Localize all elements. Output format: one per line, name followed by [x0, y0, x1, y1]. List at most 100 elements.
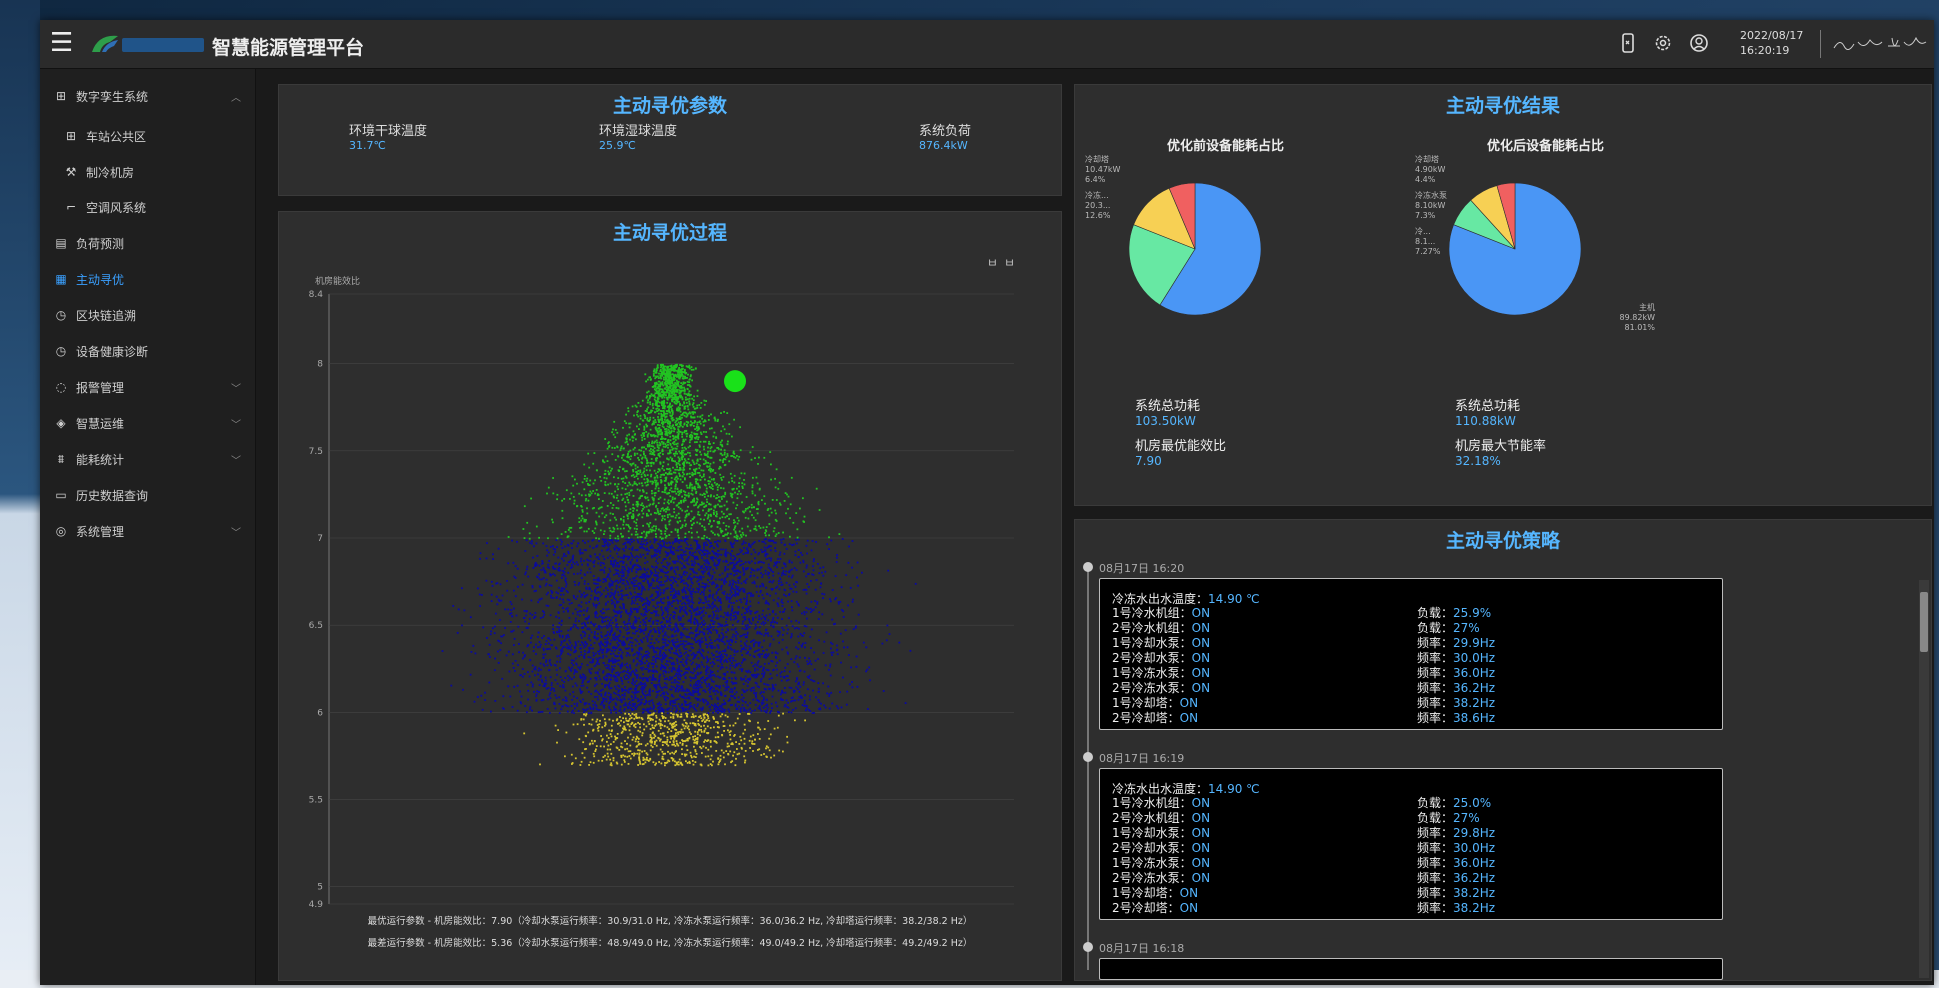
sidebar-item[interactable]: ⌐ 空调风系统	[40, 190, 255, 226]
scatter-point	[697, 682, 700, 684]
scatter-point	[758, 706, 761, 709]
gear-icon[interactable]	[1652, 33, 1674, 55]
scatter-point	[711, 680, 714, 683]
scatter-point	[654, 476, 656, 479]
scatter-point	[655, 525, 657, 528]
scatter-point	[754, 525, 757, 528]
scatter-point	[708, 666, 710, 669]
scatter-point	[675, 492, 678, 495]
scatter-point	[655, 429, 658, 432]
scatter-point	[643, 470, 645, 473]
scatter-point	[749, 451, 752, 454]
scatter-point	[744, 516, 747, 519]
scatter-point	[643, 452, 645, 455]
scatter-point	[839, 691, 841, 693]
scatter-point	[640, 482, 643, 485]
sidebar-item[interactable]: ◷ 设备健康诊断	[40, 334, 255, 370]
chevron-down-icon[interactable]: ﹀	[231, 380, 241, 395]
sidebar-item[interactable]: ⚒ 制冷机房	[40, 155, 255, 191]
scatter-point	[658, 372, 660, 375]
scatter-point	[776, 616, 779, 619]
scatter-point	[684, 396, 687, 399]
scatter-point	[664, 488, 667, 490]
scatter-point	[783, 593, 785, 596]
scatter-point	[664, 365, 667, 368]
sidebar-item[interactable]: ◷ 区块链追溯	[40, 298, 255, 334]
scatter-point	[704, 459, 707, 462]
scatter-point	[675, 375, 678, 377]
scatter-point	[733, 535, 736, 538]
user-icon[interactable]	[1688, 33, 1710, 55]
scatter-point	[691, 486, 694, 489]
phone-icon[interactable]	[1617, 33, 1639, 55]
scatter-point	[643, 438, 646, 440]
scatter-point	[674, 402, 677, 405]
scatter-point	[672, 393, 675, 396]
scatter-point	[538, 573, 540, 576]
scatter-point	[670, 594, 672, 596]
sidebar-item[interactable]: ◎ 系统管理 ﹀	[40, 514, 255, 550]
scatter-point	[597, 583, 599, 585]
scatter-point	[618, 685, 621, 688]
scatter-point	[783, 552, 786, 555]
scatter-point	[712, 531, 714, 534]
scatter-point	[735, 588, 738, 591]
scatter-point	[648, 692, 651, 695]
scatter-point	[790, 658, 793, 660]
sidebar-item[interactable]: ⩩ 能耗统计 ﹀	[40, 442, 255, 478]
scatter-point	[736, 497, 739, 500]
scatter-point	[597, 591, 600, 594]
scatter-point	[645, 380, 647, 383]
scatter-point	[649, 676, 651, 678]
scatter-point	[688, 452, 691, 454]
sidebar-item[interactable]: ⊞ 车站公共区	[40, 119, 255, 155]
scatter-point	[517, 664, 519, 666]
scatter-point	[683, 407, 686, 410]
scatter-point	[693, 522, 695, 525]
scatter-point	[689, 573, 692, 576]
scatter-point	[705, 498, 708, 501]
sidebar-item[interactable]: ⊞ 数字孪生系统 ︿	[40, 79, 255, 115]
sidebar-item[interactable]: ▭ 历史数据查询	[40, 478, 255, 514]
menu-icon[interactable]: ☰	[50, 30, 76, 56]
scatter-point	[709, 673, 712, 676]
scatter-point	[620, 493, 623, 496]
scatter-point	[795, 626, 798, 629]
scatter-point	[666, 398, 669, 401]
scatter-point	[583, 518, 586, 521]
scatter-point	[660, 382, 662, 384]
chevron-down-icon[interactable]: ﹀	[231, 416, 241, 431]
scatter-point	[638, 576, 641, 579]
scatter-point	[580, 519, 583, 522]
chevron-up-icon[interactable]: ︿	[231, 89, 241, 104]
scatter-point	[642, 433, 645, 436]
scatter-point	[662, 371, 664, 374]
scatter-point	[717, 617, 720, 620]
scatter-point	[585, 588, 588, 590]
scatter-point	[657, 487, 660, 490]
scatter-point	[659, 462, 662, 465]
scatter-point	[673, 392, 675, 394]
scatter-point	[639, 417, 642, 420]
scatter-point	[602, 581, 605, 583]
chevron-down-icon[interactable]: ﹀	[231, 452, 241, 467]
scatter-point	[672, 452, 675, 455]
sidebar-item[interactable]: ◈ 智慧运维 ﹀	[40, 406, 255, 442]
scatter-point	[716, 494, 719, 496]
scatter-point	[632, 436, 635, 439]
scatter-point	[568, 639, 571, 642]
chevron-down-icon[interactable]: ﹀	[231, 524, 241, 539]
sidebar-item[interactable]: ▦ 主动寻优	[40, 262, 255, 298]
scatter-point	[700, 469, 703, 472]
scatter-point	[655, 614, 657, 617]
scatter-point	[628, 494, 631, 496]
scatter-point	[632, 513, 635, 516]
scatter-point	[500, 599, 503, 602]
scatter-point	[641, 436, 644, 439]
scatter-point	[692, 461, 695, 464]
sidebar-item[interactable]: ▤ 负荷预测	[40, 226, 255, 262]
scatter-point	[721, 444, 723, 446]
scatter-point	[708, 552, 711, 555]
sidebar-item[interactable]: ◌ 报警管理 ﹀	[40, 370, 255, 406]
scatter-point	[702, 440, 705, 443]
